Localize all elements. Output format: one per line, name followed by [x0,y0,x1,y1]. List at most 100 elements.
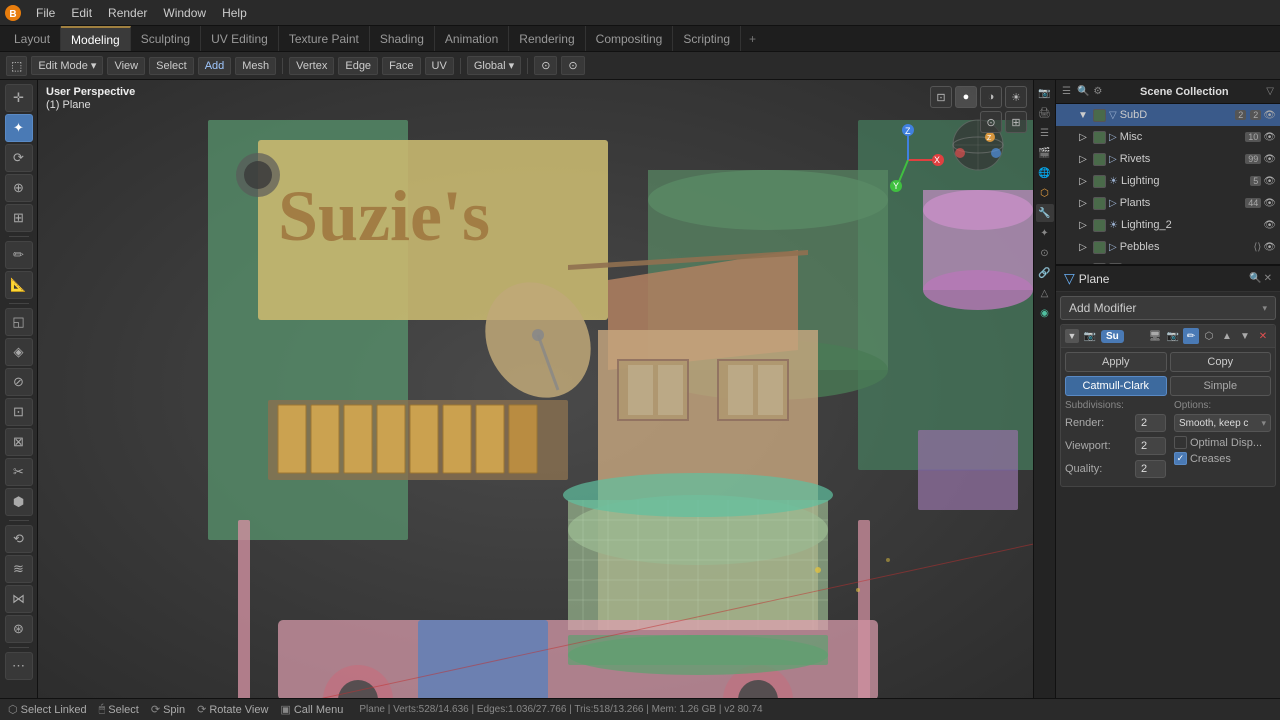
tab-sculpting[interactable]: Sculpting [131,26,201,51]
rivets-expand-icon[interactable]: ▷ [1076,152,1090,166]
catmull-clark-button[interactable]: Catmull-Clark [1065,376,1167,396]
scene-item-plants[interactable]: ▷ ▷ Plants 44 👁 [1056,192,1280,214]
simple-button[interactable]: Simple [1170,376,1272,396]
extrude-tool[interactable]: ◱ [5,308,33,336]
smooth-tool[interactable]: ≋ [5,555,33,583]
copy-button[interactable]: Copy [1170,352,1272,372]
misc-eye-icon[interactable]: 👁 [1263,132,1276,143]
tab-uv-editing[interactable]: UV Editing [201,26,279,51]
mode-select-icon[interactable]: ⬚ [6,56,27,76]
scale-tool[interactable]: ⊕ [5,174,33,202]
mod-realtime-icon[interactable]: 🖥 [1147,328,1163,344]
outliner-icon-1[interactable]: ☰ [1062,86,1071,97]
subd-eye-icon[interactable]: 👁 [1263,110,1276,121]
viewport[interactable]: Suzie's [38,80,1033,698]
pebbles-visibility-checkbox[interactable] [1093,241,1106,254]
add-modifier-button[interactable]: Add Modifier ▾ [1060,296,1276,320]
menu-file[interactable]: File [28,4,63,22]
viewport-overlay-btn[interactable]: ⊙ [980,111,1002,133]
viewport-gizmo-btn[interactable]: ⊞ [1005,111,1027,133]
subd-visibility-checkbox[interactable] [1093,109,1106,122]
optimal-display-checkbox[interactable] [1174,436,1187,449]
mod-render-icon[interactable]: 📷 [1165,328,1181,344]
plants-expand-icon[interactable]: ▷ [1076,196,1090,210]
outliner-filter-icon[interactable]: ▽ [1266,86,1274,97]
pebbles-eye-icon[interactable]: 👁 [1263,242,1276,253]
menu-help[interactable]: Help [214,4,255,22]
menu-window[interactable]: Window [155,4,214,22]
transform-tool[interactable]: ⊞ [5,204,33,232]
menu-edit[interactable]: Edit [63,4,100,22]
outliner-icon-3[interactable]: ⚙ [1093,86,1102,97]
outliner-icon-2[interactable]: 🔍 [1077,86,1089,97]
prop-icon-render[interactable]: 📷 [1036,84,1054,102]
rivets-eye-icon[interactable]: 👁 [1263,154,1276,165]
plants-visibility-checkbox[interactable] [1093,197,1106,210]
mode-dropdown[interactable]: Edit Mode ▾ [31,56,103,75]
prop-icon-physics[interactable]: ⊙ [1036,244,1054,262]
mod-down-icon[interactable]: ▼ [1237,328,1253,344]
viewport-field-value[interactable]: 2 [1135,437,1166,455]
snap-icon[interactable]: ⊙ [534,56,557,75]
lighting2-eye-icon[interactable]: 👁 [1263,220,1276,231]
tab-layout[interactable]: Layout [4,26,61,51]
smooth-dropdown[interactable]: Smooth, keep c... ▾ [1174,414,1271,432]
uv-menu[interactable]: UV [425,57,454,75]
rivets-visibility-checkbox[interactable] [1093,153,1106,166]
scene-item-rivets[interactable]: ▷ ▷ Rivets 99 👁 [1056,148,1280,170]
offset-edge-tool[interactable]: ⊠ [5,428,33,456]
tab-animation[interactable]: Animation [435,26,509,51]
scene-item-subd[interactable]: ▼ ▽ SubD 2 2 👁 [1056,104,1280,126]
tab-compositing[interactable]: Compositing [586,26,674,51]
modifier-expand-toggle[interactable]: ▼ [1065,329,1079,343]
proportional-icon[interactable]: ⊙ [561,56,584,75]
prop-search-icon[interactable]: 🔍 [1249,273,1261,284]
prop-close-icon[interactable]: ✕ [1264,273,1272,284]
transform-dropdown[interactable]: Global ▾ [467,56,521,75]
viewport-shading-solid[interactable]: ● [955,86,977,108]
lighting2-visibility-checkbox[interactable] [1093,219,1106,232]
lighting-visibility-checkbox[interactable] [1093,175,1106,188]
annotate-tool[interactable]: ✏ [5,241,33,269]
prop-icon-output[interactable]: 🖨 [1036,104,1054,122]
rotate-tool[interactable]: ⟳ [5,144,33,172]
lighting-expand-icon[interactable]: ▷ [1076,174,1090,188]
render-field-value[interactable]: 2 [1135,414,1166,432]
tab-modeling[interactable]: Modeling [61,26,131,51]
mod-delete-icon[interactable]: ✕ [1255,328,1271,344]
inset-tool[interactable]: ◈ [5,338,33,366]
prop-icon-data[interactable]: △ [1036,284,1054,302]
quality-field-value[interactable]: 2 [1135,460,1166,478]
add-menu[interactable]: Add [198,57,232,75]
move-tool[interactable]: ✦ [5,114,33,142]
prop-icon-material[interactable]: ◉ [1036,304,1054,322]
prop-icon-object[interactable]: ⬡ [1036,184,1054,202]
scene-item-lighting2[interactable]: ▷ ☀ Lighting_2 👁 [1056,214,1280,236]
loop-cut-tool[interactable]: ⊡ [5,398,33,426]
viewport-shading-mat[interactable]: ◑ [980,86,1002,108]
scene-item-lighting[interactable]: ▷ ☀ Lighting 5 👁 [1056,170,1280,192]
view-menu[interactable]: View [107,57,145,75]
select-menu[interactable]: Select [149,57,194,75]
edge-menu[interactable]: Edge [338,57,378,75]
mod-up-icon[interactable]: ▲ [1219,328,1235,344]
measure-tool[interactable]: 📐 [5,271,33,299]
cursor-tool[interactable]: ✛ [5,84,33,112]
tab-scripting[interactable]: Scripting [673,26,741,51]
mod-cage-icon[interactable]: ⬡ [1201,328,1217,344]
prop-icon-modifier[interactable]: 🔧 [1036,204,1054,222]
spin-tool[interactable]: ⟲ [5,525,33,553]
menu-render[interactable]: Render [100,4,155,22]
vertex-menu[interactable]: Vertex [289,57,334,75]
prop-icon-scene[interactable]: 🎬 [1036,144,1054,162]
use-creases-checkbox[interactable]: ✓ [1174,452,1187,465]
lighting-eye-icon[interactable]: 👁 [1263,176,1276,187]
add-workspace-button[interactable]: + [741,30,764,48]
plants-eye-icon[interactable]: 👁 [1263,198,1276,209]
mesh-menu[interactable]: Mesh [235,57,276,75]
apply-button[interactable]: Apply [1065,352,1167,372]
knife-tool[interactable]: ✂ [5,458,33,486]
shear-tool[interactable]: ⋈ [5,585,33,613]
misc-expand-icon[interactable]: ▷ [1076,130,1090,144]
face-menu[interactable]: Face [382,57,420,75]
